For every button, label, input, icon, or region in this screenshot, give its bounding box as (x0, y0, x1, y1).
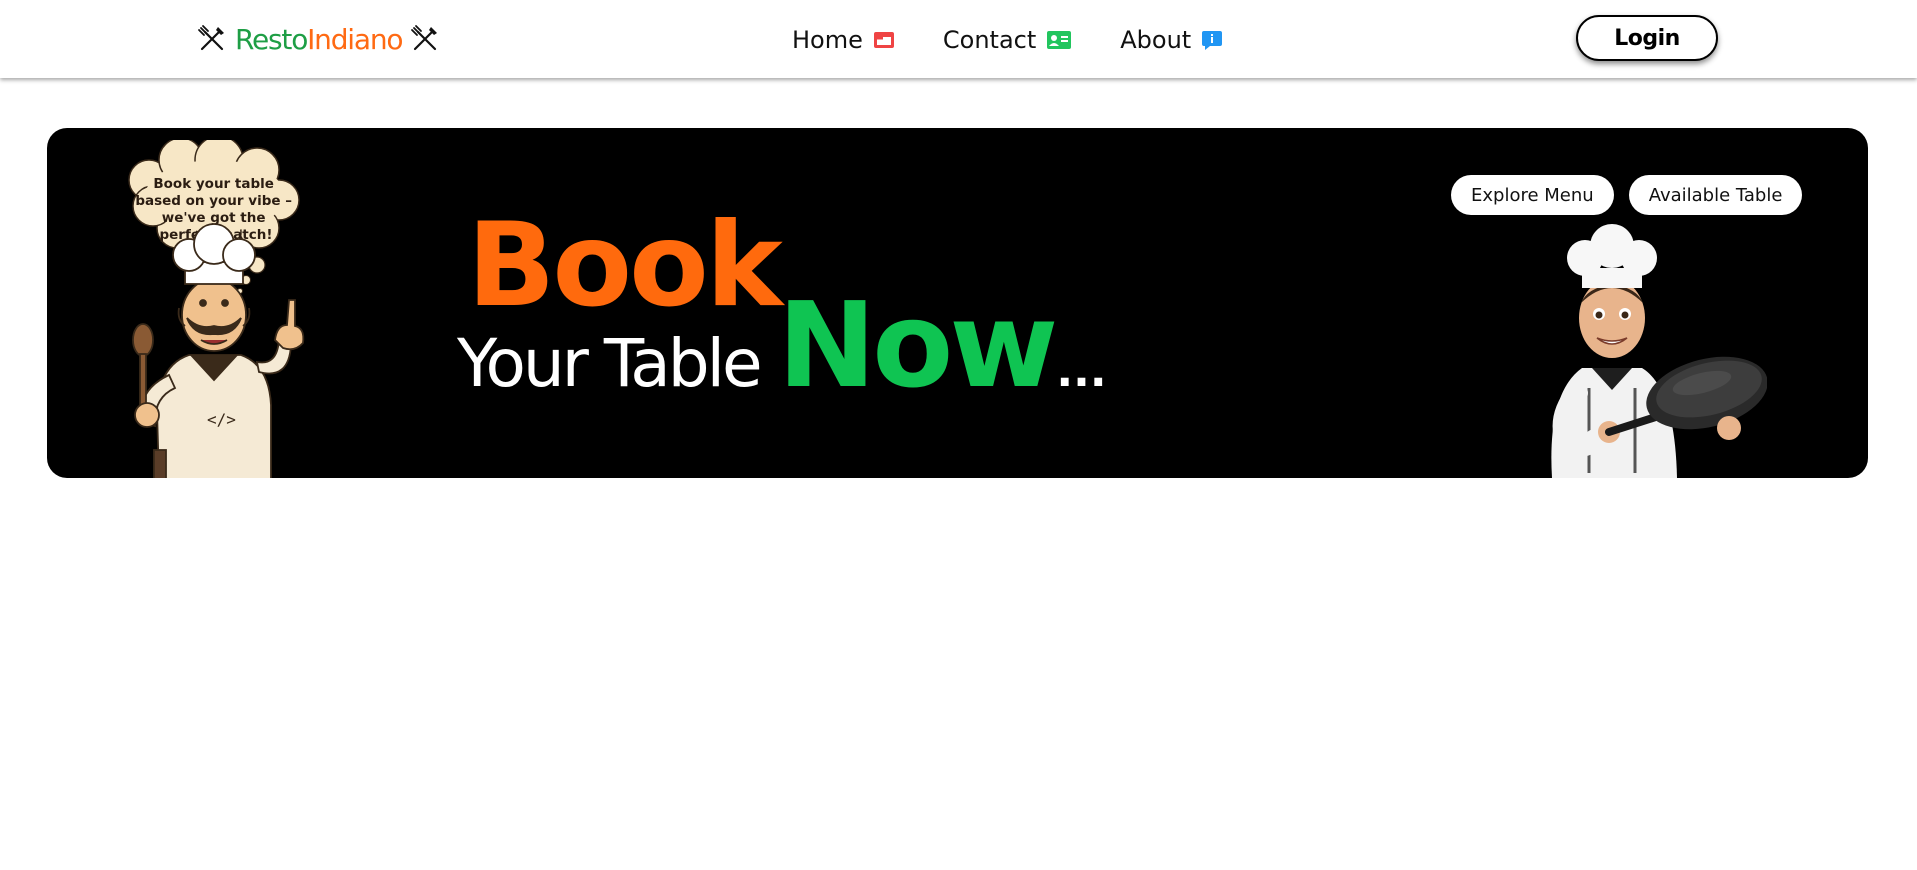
nav-contact-label: Contact (942, 26, 1037, 54)
cartoon-chef-illustration: Book your table based on your vibe – we'… (128, 140, 305, 478)
chef-figure: </> (132, 223, 305, 478)
fork-knife-icon (411, 25, 438, 51)
fork-knife-icon (198, 25, 224, 51)
brand-name-resto: Resto (235, 22, 308, 56)
main-nav: Home Contact About (792, 22, 1223, 58)
chef-with-pan-illustration (1551, 224, 1767, 478)
nav-about[interactable]: About (1120, 26, 1223, 54)
available-table-button[interactable]: Available Table (1628, 175, 1803, 215)
nav-home-label: Home (792, 26, 863, 54)
navbar: RestoIndiano Home Contact About Login (0, 0, 1917, 78)
headline-your-table: Your Table (457, 325, 763, 402)
hero-banner: Book your table based on your vibe – we'… (47, 128, 1868, 478)
hero-actions: Explore Menu Available Table (1451, 175, 1803, 215)
info-bubble-icon (1202, 31, 1223, 50)
contact-card-icon (1047, 31, 1072, 49)
nav-home[interactable]: Home (792, 26, 895, 54)
headline-now: Now (777, 276, 1059, 414)
browser-window-icon (873, 32, 894, 48)
login-button[interactable]: Login (1576, 15, 1718, 61)
headline-line-2: Your Table Now ... (457, 286, 1107, 404)
nav-about-label: About (1120, 26, 1192, 54)
brand-name: RestoIndiano (235, 22, 404, 56)
brand-logo[interactable]: RestoIndiano (197, 20, 440, 58)
svg-text:</>: </> (207, 410, 236, 429)
bubble-line-2: based on your vibe – (135, 193, 292, 209)
explore-menu-button[interactable]: Explore Menu (1451, 175, 1614, 215)
headline-ellipsis: ... (1056, 346, 1107, 397)
nav-contact[interactable]: Contact (943, 26, 1072, 54)
brand-name-indiano: Indiano (307, 22, 403, 56)
bubble-line-1: Book your table (153, 176, 274, 192)
